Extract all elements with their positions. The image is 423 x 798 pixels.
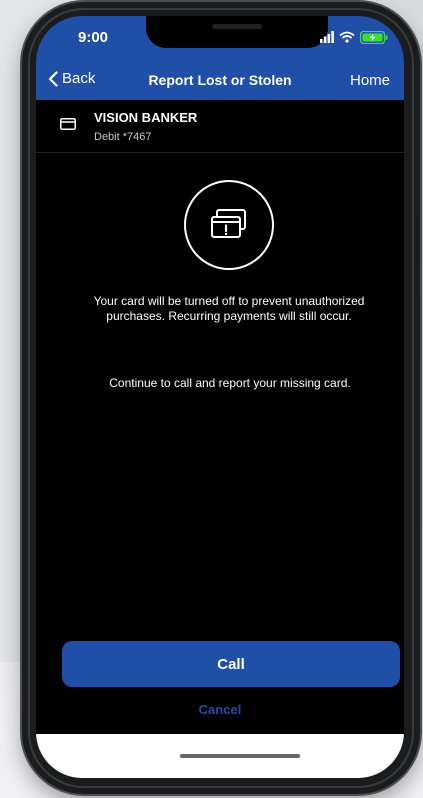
signal-icon <box>320 31 334 43</box>
call-instruction-message: Continue to call and report your missing… <box>109 376 351 390</box>
phone-frame: 9:00 Back Report Lost or Stolen Home VIS… <box>22 2 420 794</box>
speaker-grille <box>212 24 262 29</box>
account-name: VISION BANKER <box>94 110 198 125</box>
phone-screen: 9:00 Back Report Lost or Stolen Home VIS… <box>36 16 404 778</box>
status-icons <box>320 30 388 44</box>
home-button[interactable]: Home <box>350 72 390 89</box>
chevron-left-icon <box>48 70 58 87</box>
wifi-icon <box>339 31 355 43</box>
card-icon <box>60 118 76 130</box>
back-label: Back <box>62 70 96 87</box>
card-off-message: Your card will be turned off to prevent … <box>93 294 365 323</box>
notch <box>146 16 328 48</box>
back-button[interactable]: Back <box>48 70 95 87</box>
account-summary: VISION BANKER Debit *7467 <box>36 100 404 153</box>
card-alert-badge <box>184 180 274 270</box>
call-button[interactable]: Call <box>62 641 400 687</box>
status-time: 9:00 <box>78 29 109 46</box>
status-bar: 9:00 <box>36 16 404 60</box>
bottom-safe-area <box>36 734 404 778</box>
battery-charging-icon <box>360 30 388 44</box>
account-card-number: Debit *7467 <box>94 131 152 143</box>
card-alert-icon <box>211 209 246 238</box>
cancel-button[interactable]: Cancel <box>36 702 404 717</box>
navigation-bar: Back Report Lost or Stolen Home <box>36 60 404 100</box>
home-indicator[interactable] <box>180 754 300 758</box>
